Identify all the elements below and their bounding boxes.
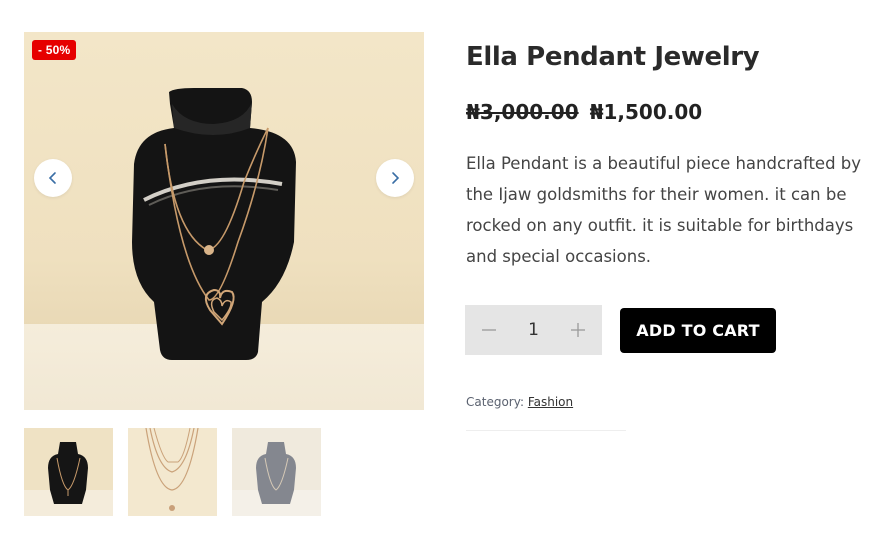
quantity-input[interactable]: 1 (528, 320, 539, 340)
meta-divider (466, 430, 626, 431)
product-title: Ella Pendant Jewelry (466, 42, 760, 72)
increase-quantity-button[interactable] (568, 320, 588, 340)
thumbnail-1[interactable] (24, 428, 113, 516)
quantity-stepper: 1 (465, 305, 602, 355)
sale-badge: - 50% (32, 40, 77, 60)
thumbnail-3[interactable] (232, 428, 321, 516)
product-description: Ella Pendant is a beautiful piece handcr… (466, 154, 862, 266)
thumbnail-2[interactable] (128, 428, 217, 516)
original-price: ₦3,000.00 (466, 100, 579, 124)
product-main-image[interactable] (24, 32, 424, 410)
thumbnail-faded-bust-image (232, 442, 321, 516)
product-price: ₦3,000.00 ₦1,500.00 (466, 100, 702, 124)
chevron-left-icon (48, 172, 56, 184)
thumbnail-bust-image (24, 442, 113, 516)
minus-icon (482, 329, 496, 331)
necklace-bust-illustration (132, 88, 296, 360)
sale-price: ₦1,500.00 (589, 100, 703, 124)
category-label: Category: (466, 395, 524, 409)
decrease-quantity-button[interactable] (479, 320, 499, 340)
next-image-button[interactable] (376, 159, 414, 197)
product-category: Category: Fashion (466, 395, 573, 409)
chevron-right-icon (392, 172, 400, 184)
thumbnail-chain-image (145, 428, 199, 511)
category-link[interactable]: Fashion (528, 395, 573, 409)
previous-image-button[interactable] (34, 159, 72, 197)
plus-icon (570, 323, 585, 337)
add-to-cart-button[interactable]: ADD TO CART (620, 308, 776, 353)
